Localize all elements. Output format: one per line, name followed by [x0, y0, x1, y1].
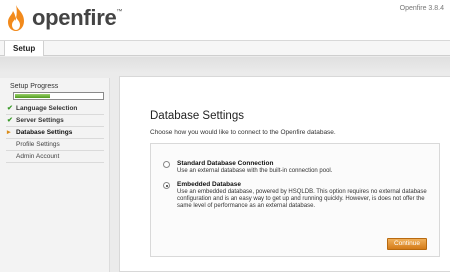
intro-text: Choose how you would like to connect to …: [150, 129, 336, 136]
database-options-panel: Standard Database Connection Use an exte…: [150, 143, 440, 257]
setup-progress-bar: [13, 92, 104, 100]
step-database-settings: ▸ Database Settings: [6, 127, 104, 139]
logo-text: openfire™: [32, 5, 123, 30]
check-icon: ✔: [7, 105, 13, 112]
option-description: Use an embedded database, powered by HSQ…: [177, 189, 427, 210]
option-description: Use an external database with the built-…: [177, 168, 333, 174]
tab-setup[interactable]: Setup: [4, 41, 45, 56]
step-label: Admin Account: [16, 153, 60, 160]
setup-progress-title: Setup Progress: [10, 83, 59, 90]
embedded-database-radio[interactable]: [163, 182, 170, 189]
option-title: Standard Database Connection: [177, 160, 274, 167]
setup-progress-fill: [15, 94, 50, 98]
arrow-icon: ▸: [7, 129, 11, 136]
sidebar: Setup Progress ✔ Language Selection ✔ Se…: [0, 78, 110, 272]
step-server-settings: ✔ Server Settings: [6, 115, 104, 127]
setup-steps: ✔ Language Selection ✔ Server Settings ▸…: [6, 103, 104, 163]
step-language-selection: ✔ Language Selection: [6, 103, 104, 115]
step-label: Language Selection: [16, 105, 78, 112]
step-admin-account: Admin Account: [6, 151, 104, 163]
step-label: Profile Settings: [16, 141, 60, 148]
page-title: Database Settings: [150, 110, 244, 122]
header: openfire™ Openfire 3.8.4: [0, 0, 450, 40]
continue-button[interactable]: Continue: [386, 238, 427, 250]
flame-logo-icon: [8, 5, 24, 31]
standard-database-radio[interactable]: [163, 161, 170, 168]
tab-bar: Setup: [0, 40, 450, 56]
option-title: Embedded Database: [177, 181, 241, 188]
check-icon: ✔: [7, 117, 13, 124]
step-label: Server Settings: [16, 117, 64, 124]
header-shadow: [0, 57, 450, 73]
main-content: Database Settings Choose how you would l…: [119, 76, 450, 272]
version-label: Openfire 3.8.4: [399, 5, 444, 12]
step-profile-settings: Profile Settings: [6, 139, 104, 151]
step-label: Database Settings: [16, 129, 73, 136]
